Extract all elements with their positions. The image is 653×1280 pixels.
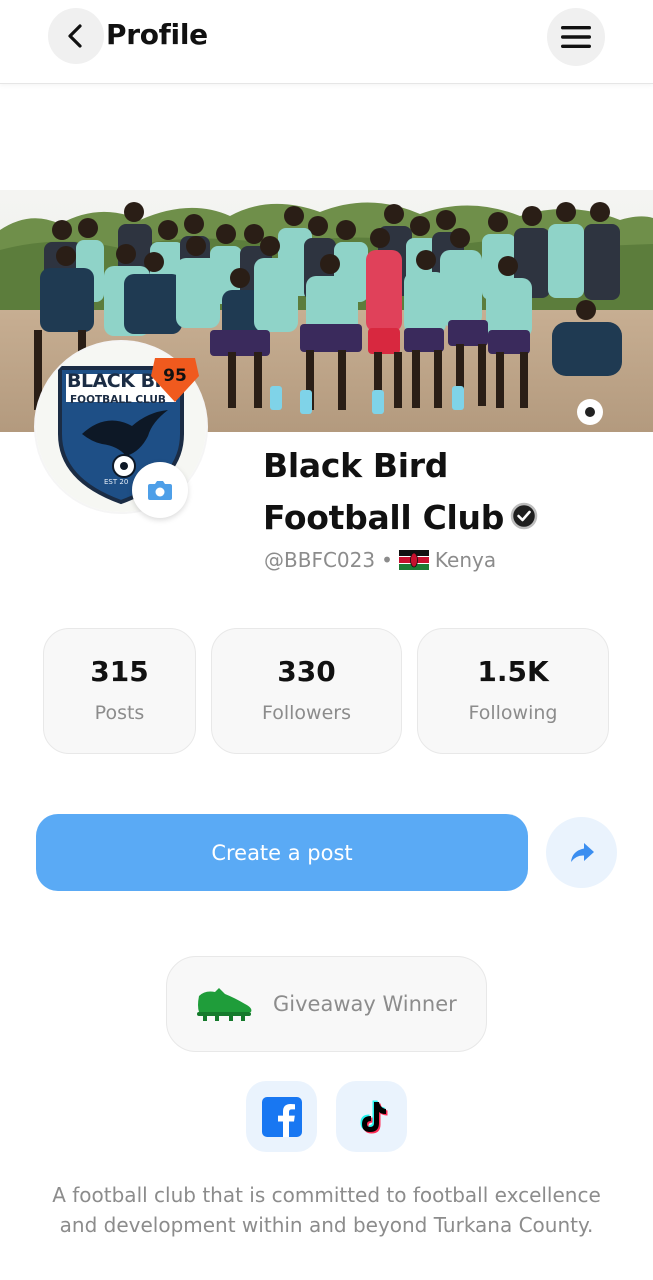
stat-posts[interactable]: 315 Posts [43, 628, 196, 754]
page-title: Profile [106, 18, 208, 51]
camera-icon [148, 481, 172, 500]
facebook-link[interactable] [246, 1081, 317, 1152]
logo-text-top: BLACK BI [67, 370, 162, 392]
tiktok-link[interactable] [336, 1081, 407, 1152]
stat-following[interactable]: 1.5K Following [417, 628, 609, 754]
stat-followers-label: Followers [262, 702, 351, 724]
menu-button[interactable] [547, 8, 605, 66]
profile-name-line2-wrap: Football Club [263, 492, 603, 544]
change-avatar-button[interactable] [132, 462, 188, 518]
top-app-bar: Profile [0, 0, 653, 84]
verified-badge-icon [510, 502, 538, 529]
profile-country: Kenya [434, 548, 497, 572]
chevron-left-icon [68, 24, 82, 48]
create-post-button[interactable]: Create a post [36, 814, 528, 891]
profile-name-line1: Black Bird [263, 446, 449, 485]
hamburger-menu-icon [561, 26, 591, 48]
profile-bio: A football club that is committed to foo… [52, 1183, 601, 1237]
giveaway-winner-label: Giveaway Winner [273, 992, 457, 1016]
logo-est-text: EST 20 [104, 478, 129, 486]
stat-followers[interactable]: 330 Followers [211, 628, 402, 754]
share-arrow-icon [570, 842, 594, 862]
kenya-flag-icon [398, 550, 429, 570]
facebook-icon [261, 1096, 302, 1137]
stat-following-value: 1.5K [477, 655, 549, 688]
share-button[interactable] [546, 817, 617, 888]
back-button[interactable] [48, 8, 104, 64]
tiktok-icon [360, 1100, 387, 1133]
profile-handle: @BBFC023 [264, 548, 376, 572]
handle-row: @BBFC023 • Kenya [264, 548, 496, 572]
giveaway-winner-badge[interactable]: Giveaway Winner [166, 956, 487, 1052]
stat-followers-value: 330 [277, 655, 336, 688]
separator-dot: • [381, 548, 393, 572]
stat-following-label: Following [468, 702, 558, 724]
profile-name-line2: Football Club [263, 498, 505, 537]
stat-posts-label: Posts [94, 702, 145, 724]
profile-name: Black Bird Football Club [263, 440, 603, 544]
stat-posts-value: 315 [90, 655, 149, 688]
football-boot-icon [197, 988, 252, 1021]
rating-badge: 95 [163, 366, 187, 386]
